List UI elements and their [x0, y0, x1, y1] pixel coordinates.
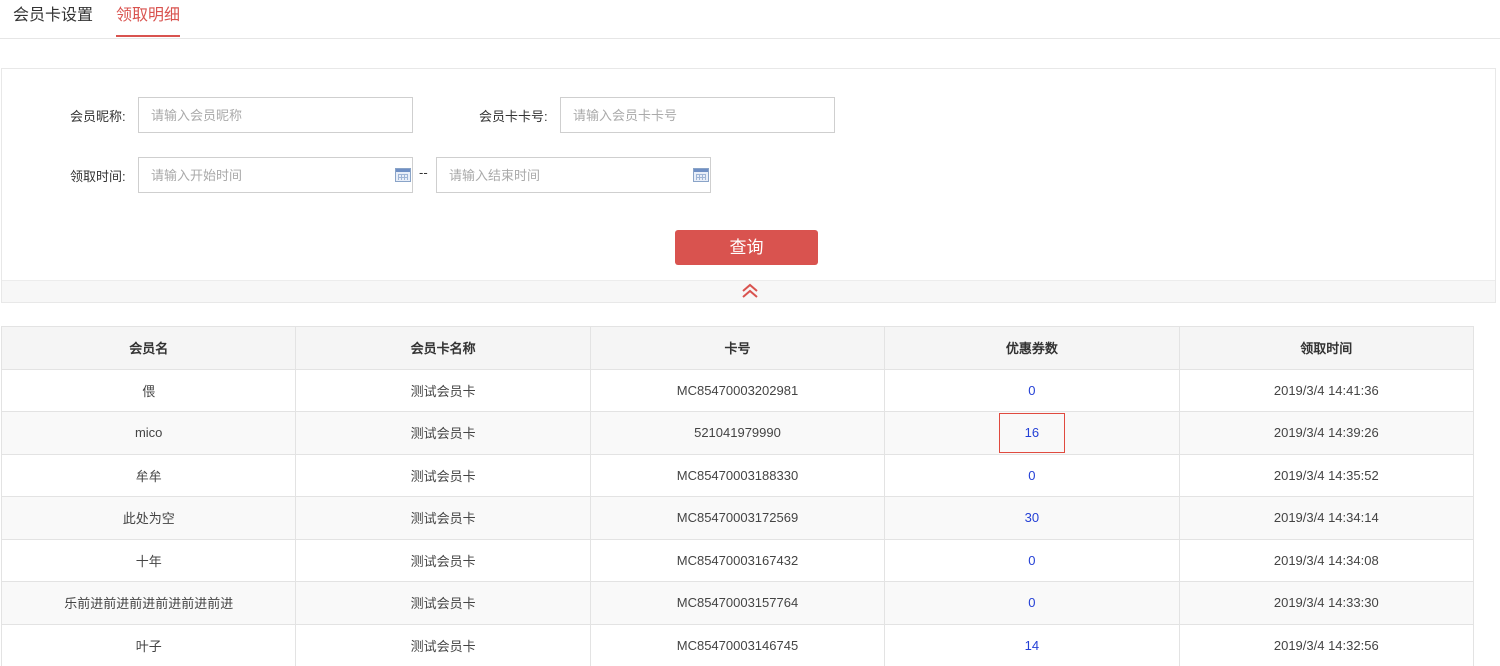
chevron-double-up-icon[interactable] [740, 281, 760, 301]
card-number-cell: 521041979990 [589, 411, 886, 455]
table-row: 牟牟 测试会员卡 MC85470003188330 0 2019/3/4 14:… [0, 453, 1475, 497]
claim-time-label: 领取时间: [70, 169, 126, 184]
member-name-cell: 叶子 [0, 623, 297, 666]
member-name-cell: 牟牟 [0, 453, 297, 497]
nickname-label: 会员昵称: [70, 109, 126, 124]
tab-bar: 会员卡设置 领取明细 [0, 0, 1500, 39]
table-row: 此处为空 测试会员卡 MC85470003172569 30 2019/3/4 … [0, 496, 1475, 540]
start-time-input[interactable] [138, 157, 413, 193]
card-number-cell: MC85470003188330 [589, 453, 886, 497]
card-name-cell: 测试会员卡 [295, 453, 591, 497]
claim-details-table: 会员名 会员卡名称 卡号 优惠券数 领取时间 偎 测试会员卡 MC8547000… [0, 326, 1475, 666]
card-name-cell: 测试会员卡 [295, 496, 591, 540]
coupon-count-cell[interactable]: 0 [884, 453, 1180, 497]
card-name-cell: 测试会员卡 [295, 581, 591, 625]
member-name-cell: 十年 [0, 538, 297, 582]
card-number-cell: MC85470003167432 [589, 538, 886, 582]
tab-claim-details[interactable]: 领取明细 [116, 6, 180, 26]
claim-time-cell: 2019/3/4 14:33:30 [1178, 581, 1475, 625]
card-number-cell: MC85470003172569 [589, 496, 886, 540]
claim-time-cell: 2019/3/4 14:32:56 [1178, 623, 1475, 666]
coupon-count-cell[interactable]: 14 [884, 623, 1180, 666]
tab-member-card-settings[interactable]: 会员卡设置 [13, 6, 93, 26]
card-number-cell: MC85470003146745 [589, 623, 886, 666]
card-number-cell: MC85470003157764 [589, 581, 886, 625]
coupon-count-cell[interactable]: 0 [884, 538, 1180, 582]
card-name-cell: 测试会员卡 [295, 623, 591, 666]
member-name-cell: 此处为空 [0, 496, 297, 540]
calendar-icon[interactable] [693, 168, 709, 182]
date-range-separator: -- [419, 165, 428, 180]
member-name-cell: mico [0, 411, 297, 455]
card-number-input[interactable] [560, 97, 835, 133]
claim-time-cell: 2019/3/4 14:34:08 [1178, 538, 1475, 582]
calendar-icon[interactable] [395, 168, 411, 182]
card-name-cell: 测试会员卡 [295, 368, 591, 412]
coupon-count-cell[interactable]: 30 [884, 496, 1180, 540]
card-number-label: 会员卡卡号: [479, 109, 548, 124]
column-header-card-name: 会员卡名称 [295, 326, 591, 370]
column-header-coupon-count: 优惠券数 [884, 326, 1180, 370]
end-time-input[interactable] [436, 157, 711, 193]
table-row: 十年 测试会员卡 MC85470003167432 0 2019/3/4 14:… [0, 538, 1475, 582]
filter-panel: 会员昵称: 会员卡卡号: 领取时间: -- 查询 [1, 68, 1496, 303]
card-name-cell: 测试会员卡 [295, 411, 591, 455]
member-name-cell: 乐前进前进前进前进前进前进 [0, 581, 297, 625]
nickname-input[interactable] [138, 97, 413, 133]
table-row: 偎 测试会员卡 MC85470003202981 0 2019/3/4 14:4… [0, 368, 1475, 412]
column-header-card-number: 卡号 [589, 326, 886, 370]
coupon-count-highlight[interactable]: 16 [998, 412, 1065, 453]
query-button[interactable]: 查询 [675, 230, 818, 265]
coupon-count-cell: 16 [884, 411, 1180, 455]
column-header-claim-time: 领取时间 [1178, 326, 1475, 370]
table-row: mico 测试会员卡 521041979990 16 2019/3/4 14:3… [0, 411, 1475, 455]
claim-time-cell: 2019/3/4 14:41:36 [1178, 368, 1475, 412]
card-number-cell: MC85470003202981 [589, 368, 886, 412]
table-header-row: 会员名 会员卡名称 卡号 优惠券数 领取时间 [0, 326, 1475, 370]
claim-time-cell: 2019/3/4 14:35:52 [1178, 453, 1475, 497]
coupon-count-cell[interactable]: 0 [884, 581, 1180, 625]
table-row: 叶子 测试会员卡 MC85470003146745 14 2019/3/4 14… [0, 623, 1475, 666]
table-row: 乐前进前进前进前进前进前进 测试会员卡 MC85470003157764 0 2… [0, 581, 1475, 625]
card-name-cell: 测试会员卡 [295, 538, 591, 582]
claim-time-cell: 2019/3/4 14:34:14 [1178, 496, 1475, 540]
column-header-member-name: 会员名 [0, 326, 297, 370]
collapse-bar [2, 280, 1495, 302]
member-name-cell: 偎 [0, 368, 297, 412]
active-tab-indicator [116, 35, 180, 37]
claim-time-cell: 2019/3/4 14:39:26 [1178, 411, 1475, 455]
coupon-count-cell[interactable]: 0 [884, 368, 1180, 412]
